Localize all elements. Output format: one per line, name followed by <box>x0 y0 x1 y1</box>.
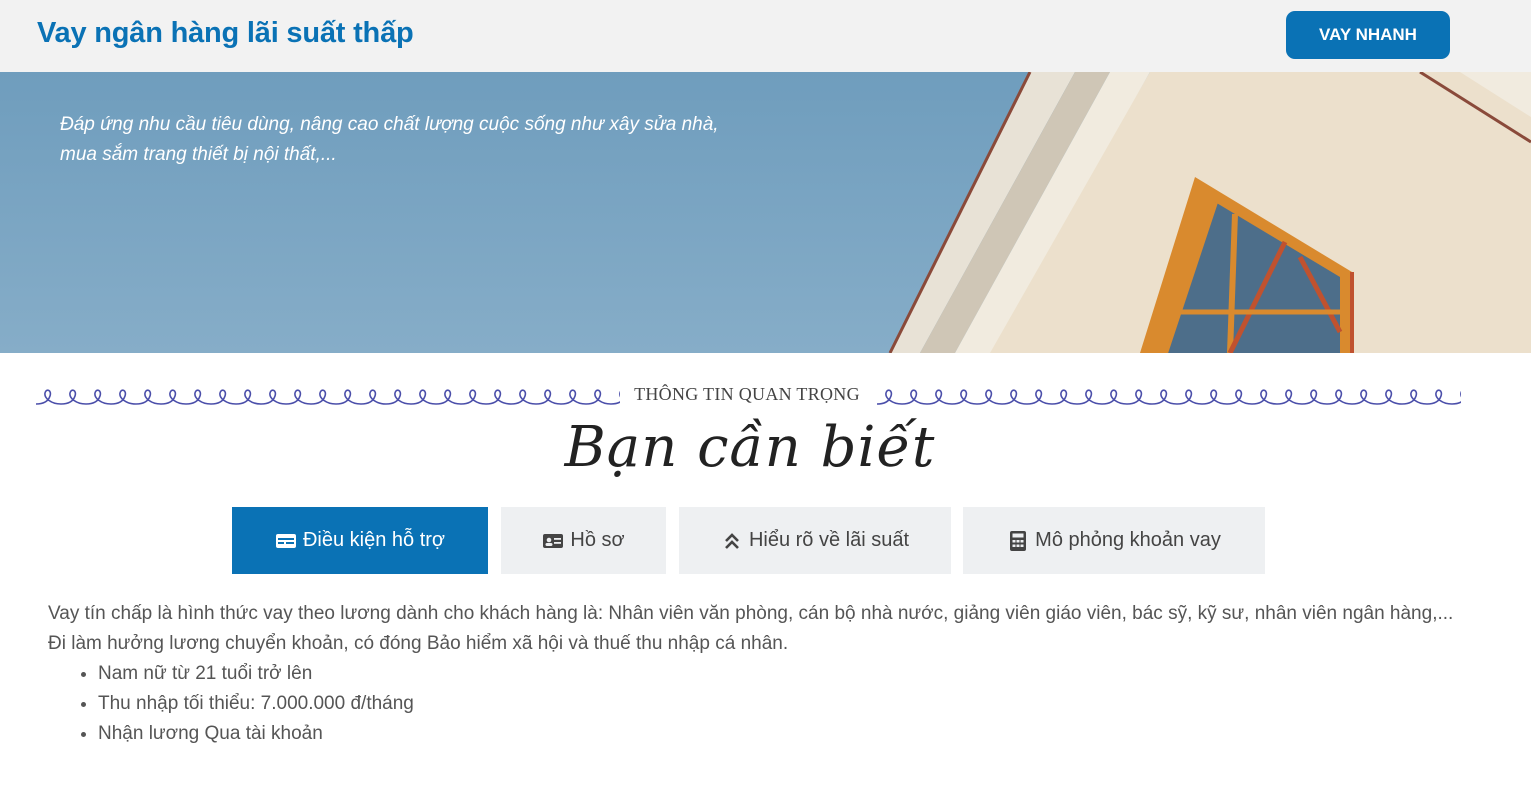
hero-banner: Đáp ứng nhu cầu tiêu dùng, nâng cao chất… <box>0 72 1531 353</box>
list-item: Thu nhập tối thiểu: 7.000.000 đ/tháng <box>98 689 1468 719</box>
quick-loan-button[interactable]: VAY NHANH <box>1286 11 1450 59</box>
squiggle-divider-right <box>877 389 1461 405</box>
tab-label: Mô phỏng khoản vay <box>1035 529 1221 551</box>
double-chevron-up-icon <box>721 531 743 551</box>
tab-loan-simulator[interactable]: Mô phỏng khoản vay <box>963 507 1265 574</box>
content-paragraph: Vay tín chấp là hình thức vay theo lương… <box>48 603 1454 624</box>
tab-content: Vay tín chấp là hình thức vay theo lương… <box>48 599 1468 749</box>
tab-documents[interactable]: Hồ sơ <box>501 507 666 574</box>
profile-card-icon <box>542 531 564 551</box>
requirements-list: Nam nữ từ 21 tuổi trở lên Thu nhập tối t… <box>98 659 1468 749</box>
header-bar: Vay ngân hàng lãi suất thấp VAY NHANH <box>0 0 1531 72</box>
tab-label: Điều kiện hỗ trợ <box>302 529 446 551</box>
tab-label: Hiểu rõ về lãi suất <box>748 529 910 551</box>
hero-tagline: Đáp ứng nhu cầu tiêu dùng, nâng cao chất… <box>60 114 719 165</box>
list-item: Nhận lương Qua tài khoản <box>98 719 1468 749</box>
section-title: Bạn cần biết <box>564 415 936 480</box>
section-kicker: THÔNG TIN QUAN TRỌNG <box>634 384 860 404</box>
calculator-icon <box>1007 530 1029 551</box>
list-item: Nam nữ từ 21 tuổi trở lên <box>98 659 1468 689</box>
tab-support-conditions[interactable]: Điều kiện hỗ trợ <box>232 507 488 574</box>
content-paragraph: Đi làm hưởng lương chuyển khoản, có đóng… <box>48 633 789 654</box>
squiggle-divider-left <box>36 389 620 405</box>
tab-label: Hồ sơ <box>570 529 625 551</box>
site-title[interactable]: Vay ngân hàng lãi suất thấp <box>37 17 414 50</box>
tab-interest-rate[interactable]: Hiểu rõ về lãi suất <box>679 507 951 574</box>
id-card-icon <box>275 531 297 551</box>
